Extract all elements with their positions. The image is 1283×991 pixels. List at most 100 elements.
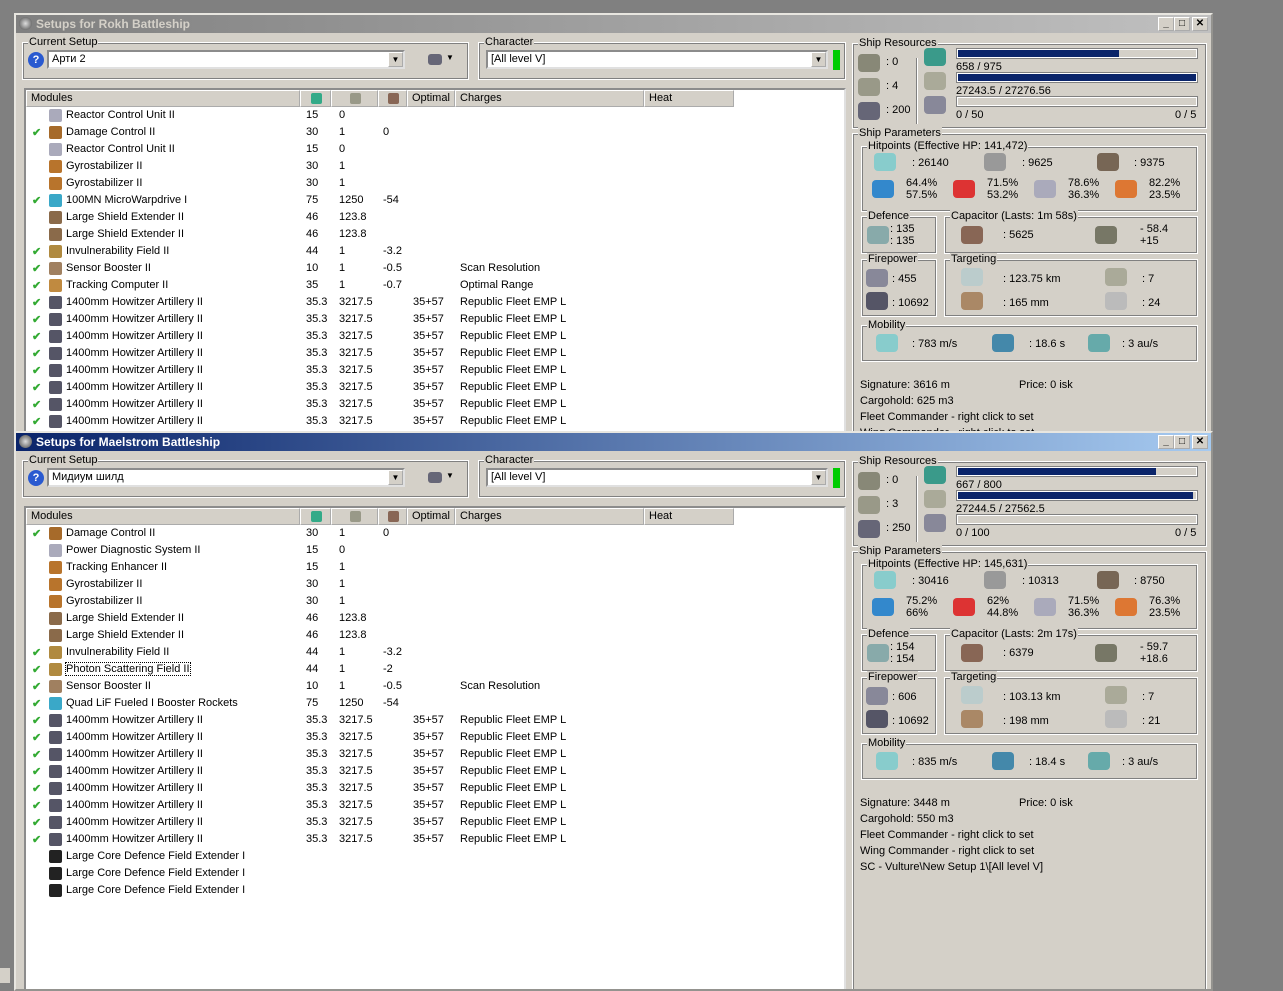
close-button[interactable]: ✕ xyxy=(1192,435,1208,449)
help-icon[interactable]: ? xyxy=(28,52,44,68)
module-row[interactable]: Large Shield Extender II 46 123.8 xyxy=(26,226,844,243)
wing-commander-link[interactable]: Wing Commander - right click to set xyxy=(860,845,1034,857)
volley-icon xyxy=(866,292,888,310)
chevron-down-icon[interactable]: ▼ xyxy=(811,52,826,67)
column-header-label: Modules xyxy=(31,92,73,104)
close-button[interactable]: ✕ xyxy=(1192,17,1208,31)
drone-bay-icon xyxy=(858,520,880,538)
module-row[interactable]: ✔ 1400mm Howitzer Artillery II 35.3 3217… xyxy=(26,831,844,848)
module-row[interactable]: ✔ 1400mm Howitzer Artillery II 35.3 3217… xyxy=(26,345,844,362)
module-row[interactable]: ✔ 1400mm Howitzer Artillery II 35.3 3217… xyxy=(26,413,844,430)
module-row[interactable]: ✔ 1400mm Howitzer Artillery II 35.3 3217… xyxy=(26,746,844,763)
module-row[interactable]: ✔ 1400mm Howitzer Artillery II 35.3 3217… xyxy=(26,814,844,831)
module-row[interactable]: Large Core Defence Field Extender I xyxy=(26,865,844,882)
column-header[interactable]: Heat xyxy=(644,508,734,525)
ship-tools-menu-button[interactable]: ▼ xyxy=(428,471,456,485)
module-name: 1400mm Howitzer Artillery II xyxy=(66,347,203,359)
column-header[interactable] xyxy=(331,90,378,107)
module-row[interactable]: ✔ Photon Scattering Field II 44 1 -2 xyxy=(26,661,844,678)
module-row[interactable]: ✔ 1400mm Howitzer Artillery II 35.3 3217… xyxy=(26,379,844,396)
module-row[interactable]: ✔ 1400mm Howitzer Artillery II 35.3 3217… xyxy=(26,328,844,345)
module-row[interactable]: ✔ 1400mm Howitzer Artillery II 35.3 3217… xyxy=(26,780,844,797)
character-select[interactable]: [All level V] ▼ xyxy=(486,50,828,69)
column-header[interactable]: Modules xyxy=(26,90,300,107)
minimize-button[interactable]: _ xyxy=(1158,17,1174,31)
fleet-commander-link[interactable]: Fleet Commander - right click to set xyxy=(860,411,1034,423)
module-row[interactable]: ✔ Damage Control II 30 1 0 xyxy=(26,525,844,542)
module-row[interactable]: Reactor Control Unit II 15 0 xyxy=(26,107,844,124)
module-row[interactable]: ✔ Quad LiF Fueled I Booster Rockets 75 1… xyxy=(26,695,844,712)
modules-list[interactable]: Modules Optimal Charges Heat Reactor Contro… xyxy=(24,88,846,431)
check-icon: ✔ xyxy=(32,246,42,258)
module-row[interactable]: Gyrostabilizer II 30 1 xyxy=(26,576,844,593)
column-header[interactable]: Optimal xyxy=(407,90,455,107)
turret-hardpoint-icon xyxy=(858,472,880,490)
module-row[interactable]: ✔ Invulnerability Field II 44 1 -3.2 xyxy=(26,243,844,260)
module-row[interactable]: ✔ 1400mm Howitzer Artillery II 35.3 3217… xyxy=(26,797,844,814)
title-bar[interactable]: Setups for Maelstrom Battleship _ □ ✕ xyxy=(16,433,1211,451)
maximize-button[interactable]: □ xyxy=(1174,17,1190,31)
cpu-icon xyxy=(924,48,946,66)
module-row[interactable]: ✔ 1400mm Howitzer Artillery II 35.3 3217… xyxy=(26,712,844,729)
column-header[interactable]: Optimal xyxy=(407,508,455,525)
maximize-button[interactable]: □ xyxy=(1174,435,1190,449)
armor-resist: 23.5% xyxy=(1149,607,1181,619)
module-row[interactable]: ✔ 1400mm Howitzer Artillery II 35.3 3217… xyxy=(26,729,844,746)
module-row[interactable]: Large Core Defence Field Extender I xyxy=(26,882,844,899)
module-row[interactable]: Gyrostabilizer II 30 1 xyxy=(26,158,844,175)
column-header-label: Optimal xyxy=(412,92,450,104)
module-row[interactable]: Tracking Enhancer II 15 1 xyxy=(26,559,844,576)
minimize-button[interactable]: _ xyxy=(1158,435,1174,449)
module-row[interactable]: ✔ Damage Control II 30 1 0 xyxy=(26,124,844,141)
module-row[interactable]: Reactor Control Unit II 15 0 xyxy=(26,141,844,158)
module-powergrid: 0 xyxy=(339,109,346,121)
module-row[interactable]: ✔ 1400mm Howitzer Artillery II 35.3 3217… xyxy=(26,362,844,379)
character-select[interactable]: [All level V] ▼ xyxy=(486,468,828,487)
module-row[interactable]: ✔ Tracking Computer II 35 1 -0.7 Optimal… xyxy=(26,277,844,294)
module-name: 1400mm Howitzer Artillery II xyxy=(66,765,203,777)
column-header[interactable]: Charges xyxy=(455,90,644,107)
sensor-strength-icon xyxy=(1105,292,1127,310)
module-row[interactable]: Large Shield Extender II 46 123.8 xyxy=(26,610,844,627)
chevron-down-icon[interactable]: ▼ xyxy=(811,470,826,485)
setup-select[interactable]: Мидиум шилд ▼ xyxy=(47,468,405,487)
module-row[interactable]: ✔ 1400mm Howitzer Artillery II 35.3 3217… xyxy=(26,311,844,328)
module-row[interactable]: ✔ Invulnerability Field II 44 1 -3.2 xyxy=(26,644,844,661)
module-row[interactable]: Large Core Defence Field Extender I xyxy=(26,848,844,865)
help-icon[interactable]: ? xyxy=(28,470,44,486)
launcher-hardpoint-icon xyxy=(858,78,880,96)
title-bar[interactable]: Setups for Rokh Battleship _ □ ✕ xyxy=(16,15,1211,33)
setup-select[interactable]: Арти 2 ▼ xyxy=(47,50,405,69)
module-row[interactable]: Large Shield Extender II 46 123.8 xyxy=(26,627,844,644)
chevron-down-icon[interactable]: ▼ xyxy=(388,470,403,485)
column-header[interactable] xyxy=(300,90,331,107)
fleet-commander-link[interactable]: Fleet Commander - right click to set xyxy=(860,829,1034,841)
module-row[interactable]: Gyrostabilizer II 30 1 xyxy=(26,593,844,610)
module-row[interactable]: ✔ 100MN MicroWarpdrive I 75 1250 -54 xyxy=(26,192,844,209)
module-name: Large Core Defence Field Extender I xyxy=(66,850,246,862)
module-row[interactable]: ✔ 1400mm Howitzer Artillery II 35.3 3217… xyxy=(26,294,844,311)
module-row[interactable]: Power Diagnostic System II 15 0 xyxy=(26,542,844,559)
column-header[interactable]: Charges xyxy=(455,508,644,525)
module-cpu: 44 xyxy=(306,646,319,658)
column-header[interactable]: Heat xyxy=(644,90,734,107)
module-powergrid: 1 xyxy=(339,160,346,172)
module-row[interactable]: ✔ 1400mm Howitzer Artillery II 35.3 3217… xyxy=(26,763,844,780)
column-header[interactable] xyxy=(378,90,407,107)
column-header[interactable] xyxy=(331,508,378,525)
armor-hp: : 10313 xyxy=(1022,575,1059,587)
modules-list[interactable]: Modules Optimal Charges Heat ✔ Damage Contro… xyxy=(24,506,846,989)
column-header[interactable] xyxy=(378,508,407,525)
ship-tools-menu-button[interactable]: ▼ xyxy=(428,53,456,67)
module-row[interactable]: ✔ Sensor Booster II 10 1 -0.5 Scan Resol… xyxy=(26,260,844,277)
module-name: 1400mm Howitzer Artillery II xyxy=(66,398,203,410)
module-charges: Republic Fleet EMP L xyxy=(460,296,567,308)
column-header[interactable] xyxy=(300,508,331,525)
column-header[interactable]: Modules xyxy=(26,508,300,525)
module-row[interactable]: ✔ Sensor Booster II 10 1 -0.5 Scan Resol… xyxy=(26,678,844,695)
module-row[interactable]: Gyrostabilizer II 30 1 xyxy=(26,175,844,192)
module-row[interactable]: Large Shield Extender II 46 123.8 xyxy=(26,209,844,226)
module-charges: Republic Fleet EMP L xyxy=(460,833,567,845)
module-row[interactable]: ✔ 1400mm Howitzer Artillery II 35.3 3217… xyxy=(26,396,844,413)
chevron-down-icon[interactable]: ▼ xyxy=(388,52,403,67)
